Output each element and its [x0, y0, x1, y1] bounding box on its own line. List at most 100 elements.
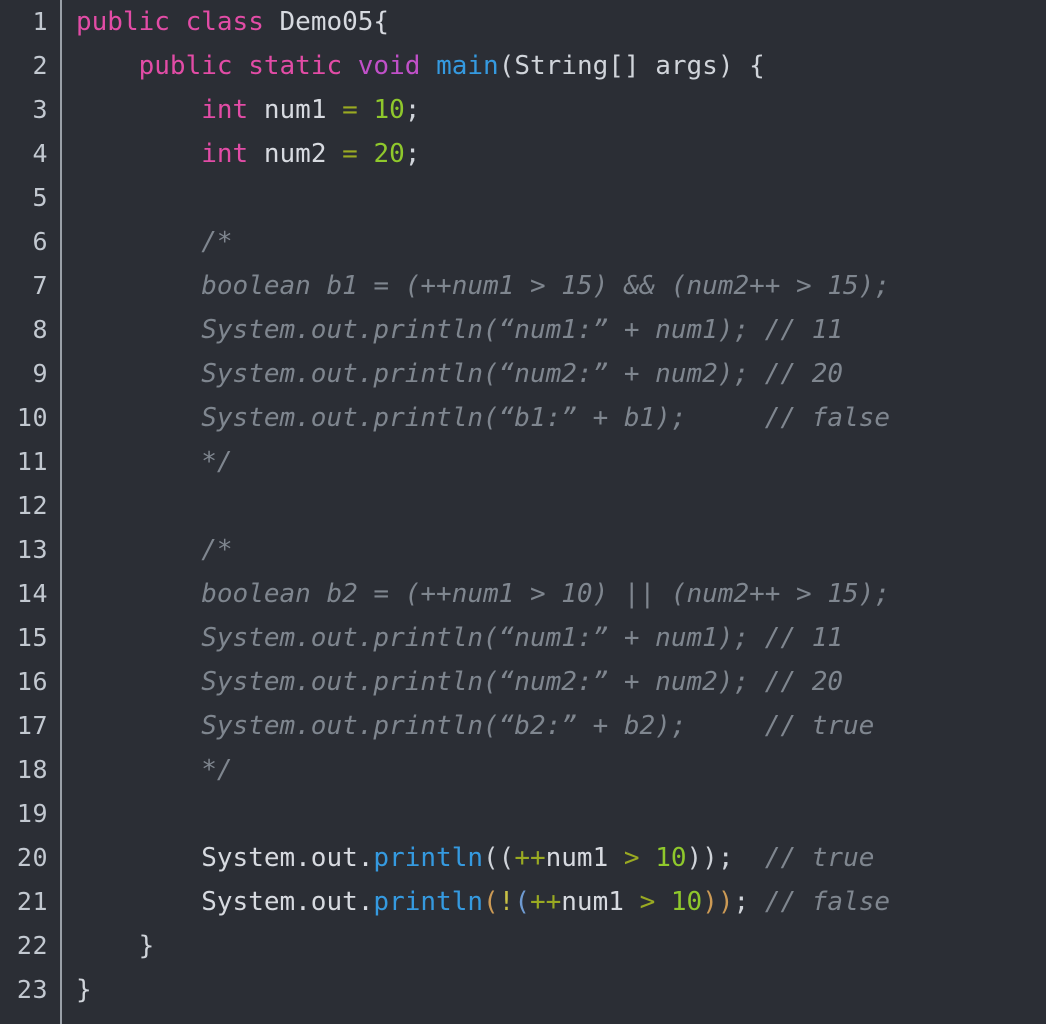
semicolon: ; [404, 95, 421, 125]
semicolon: ; [404, 139, 421, 169]
line-number: 10 [16, 403, 48, 432]
keyword-int: int [201, 95, 249, 125]
commented-code: System.out.println(“b2:” + b2); // true [201, 711, 875, 741]
line-number: 6 [32, 227, 48, 256]
code-line-23[interactable]: } [76, 968, 1046, 1012]
line-number: 17 [16, 711, 48, 740]
code-line-1[interactable]: public class Demo05{ [76, 0, 1046, 44]
line-number: 18 [16, 755, 48, 784]
code-line-17[interactable]: System.out.println(“b2:” + b2); // true [76, 704, 1046, 748]
code-line-12[interactable] [76, 484, 1046, 528]
code-line-15[interactable]: System.out.println(“num1:” + num1); // 1… [76, 616, 1046, 660]
line-number: 7 [32, 271, 48, 300]
code-line-20[interactable]: System.out.println((++num1 > 10)); // tr… [76, 836, 1046, 880]
code-line-21[interactable]: System.out.println(!(++num1 > 10)); // f… [76, 880, 1046, 924]
code-line-3[interactable]: int num1 = 10; [76, 88, 1046, 132]
open-paren-inner: ( [514, 887, 530, 917]
line-number: 8 [32, 315, 48, 344]
line-number: 11 [16, 447, 48, 476]
code-line-8[interactable]: System.out.println(“num1:” + num1); // 1… [76, 308, 1046, 352]
keyword-static: static [248, 51, 343, 81]
commented-code: System.out.println(“num1:” + num1); // 1… [201, 315, 844, 345]
line-number: 1 [32, 7, 48, 36]
line-number: 2 [32, 51, 48, 80]
increment-operator: ++ [529, 887, 562, 917]
assign-operator: = [342, 139, 358, 169]
comment-block-close: */ [201, 755, 233, 785]
keyword-void: void [357, 51, 421, 81]
code-line-10[interactable]: System.out.println(“b1:” + b1); // false [76, 396, 1046, 440]
code-line-2[interactable]: public static void main(String[] args) { [76, 44, 1046, 88]
assign-operator: = [342, 95, 358, 125]
variable-num2: num2 [263, 139, 327, 169]
literal-number: 20 [373, 139, 405, 169]
code-line-19[interactable] [76, 792, 1046, 836]
semicolon: ; [733, 887, 750, 917]
code-line-5[interactable] [76, 176, 1046, 220]
method-signature: (String[] args) { [498, 51, 765, 81]
code-line-11[interactable]: */ [76, 440, 1046, 484]
commented-code: System.out.println(“num2:” + num2); // 2… [201, 667, 844, 697]
line-number: 23 [16, 975, 48, 1004]
line-number: 13 [16, 535, 48, 564]
inline-comment: // false [764, 887, 891, 917]
keyword-class: class [185, 7, 264, 37]
greater-than-operator: > [623, 843, 640, 873]
line-number: 15 [16, 623, 48, 652]
line-number: 4 [32, 139, 48, 168]
line-number: 3 [32, 95, 48, 124]
code-line-4[interactable]: int num2 = 20; [76, 132, 1046, 176]
variable-num1: num1 [545, 843, 609, 873]
code-editor[interactable]: 1 2 3 4 5 6 7 8 9 10 11 12 13 14 15 16 1… [0, 0, 1046, 1024]
line-number: 14 [16, 579, 48, 608]
line-number: 5 [32, 183, 48, 212]
close-parens: )) [702, 887, 734, 917]
method-println: println [373, 887, 483, 917]
class-name: Demo05{ [279, 7, 390, 37]
close-parens: )) [686, 843, 718, 873]
keyword-int: int [201, 139, 249, 169]
literal-number: 10 [655, 843, 687, 873]
code-content[interactable]: public class Demo05{ public static void … [64, 0, 1046, 1024]
code-line-14[interactable]: boolean b2 = (++num1 > 10) || (num2++ > … [76, 572, 1046, 616]
code-line-6[interactable]: /* [76, 220, 1046, 264]
line-number: 22 [16, 931, 48, 960]
method-println: println [373, 843, 483, 873]
method-main: main [436, 51, 499, 81]
code-line-9[interactable]: System.out.println(“num2:” + num2); // 2… [76, 352, 1046, 396]
line-number: 20 [16, 843, 48, 872]
keyword-public: public [138, 51, 233, 81]
comment-block-open: /* [201, 227, 233, 257]
code-line-13[interactable]: /* [76, 528, 1046, 572]
literal-number: 10 [670, 887, 703, 917]
line-number: 19 [16, 799, 48, 828]
variable-num1: num1 [263, 95, 327, 125]
closing-brace-class: } [76, 975, 92, 1005]
variable-num1: num1 [561, 887, 624, 917]
inline-comment: // true [764, 843, 875, 873]
code-line-7[interactable]: boolean b1 = (++num1 > 15) && (num2++ > … [76, 264, 1046, 308]
line-number: 16 [16, 667, 48, 696]
commented-code: System.out.println(“b1:” + b1); // false [201, 403, 890, 433]
code-line-22[interactable]: } [76, 924, 1046, 968]
object-system-out: System.out. [201, 887, 374, 917]
greater-than-operator: > [639, 887, 656, 917]
increment-operator: ++ [514, 843, 546, 873]
comment-block-open: /* [201, 535, 233, 565]
code-line-16[interactable]: System.out.println(“num2:” + num2); // 2… [76, 660, 1046, 704]
open-parens: (( [483, 843, 515, 873]
line-number: 9 [32, 359, 48, 388]
line-number-gutter: 1 2 3 4 5 6 7 8 9 10 11 12 13 14 15 16 1… [0, 0, 62, 1024]
code-line-18[interactable]: */ [76, 748, 1046, 792]
closing-brace-method: } [138, 931, 155, 961]
semicolon: ; [717, 843, 734, 873]
keyword-public: public [76, 7, 170, 37]
line-number: 21 [16, 887, 48, 916]
commented-code: boolean b1 = (++num1 > 15) && (num2++ > … [201, 271, 890, 301]
line-number: 12 [16, 491, 48, 520]
literal-number: 10 [373, 95, 405, 125]
commented-code: boolean b2 = (++num1 > 10) || (num2++ > … [201, 579, 890, 609]
open-paren-outer: ( [483, 887, 499, 917]
commented-code: System.out.println(“num2:” + num2); // 2… [201, 359, 844, 389]
object-system-out: System.out. [201, 843, 374, 873]
